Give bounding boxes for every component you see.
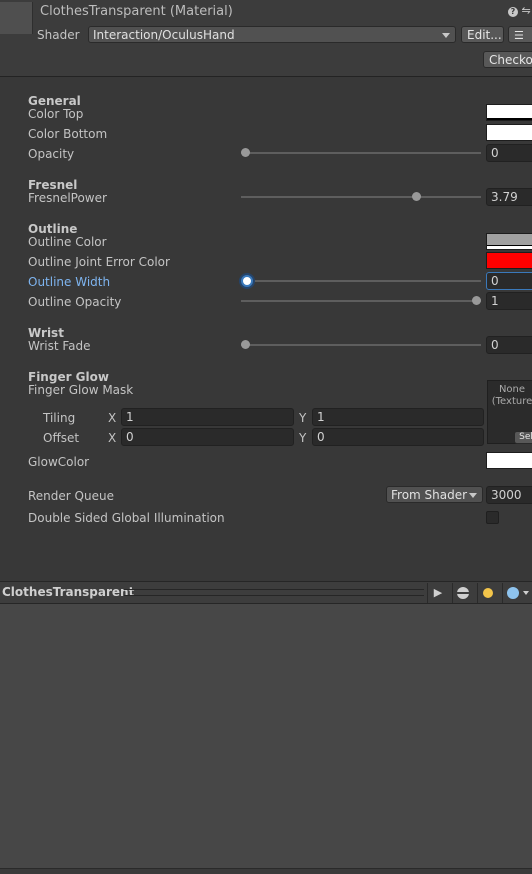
- render-queue-label: Render Queue: [28, 489, 114, 503]
- tiling-label: Tiling: [43, 411, 76, 425]
- opacity-slider-thumb[interactable]: [241, 148, 250, 157]
- opacity-label: Opacity: [28, 147, 75, 161]
- outline-joint-error-color-label: Outline Joint Error Color: [28, 255, 170, 269]
- color-top-alpha-bar: [487, 118, 532, 120]
- opacity-slider-track[interactable]: [241, 152, 481, 154]
- offset-y-field[interactable]: 0: [312, 428, 484, 446]
- offset-x-field[interactable]: 0: [121, 428, 294, 446]
- globe-icon: [507, 587, 519, 599]
- texture-select-button[interactable]: Sel: [514, 431, 532, 444]
- section-general-heading: General: [28, 94, 81, 108]
- preview-toolbar: ClothesTransparent ▶: [0, 581, 532, 604]
- tiling-y-label: Y: [299, 411, 307, 425]
- color-bottom-label: Color Bottom: [28, 127, 108, 141]
- wrist-fade-field[interactable]: 0: [486, 336, 532, 354]
- outline-width-label: Outline Width: [28, 275, 111, 289]
- outline-color-swatch[interactable]: [486, 233, 532, 250]
- outline-opacity-slider-thumb[interactable]: [472, 296, 481, 305]
- list-menu-icon: ☰: [514, 29, 524, 42]
- section-wrist-heading: Wrist: [28, 326, 64, 340]
- tiling-x-label: X: [108, 411, 117, 425]
- glow-color-swatch[interactable]: [486, 452, 532, 469]
- double-sided-gi-label: Double Sided Global Illumination: [28, 511, 225, 525]
- preview-mesh-button[interactable]: [452, 583, 473, 603]
- outline-opacity-label: Outline Opacity: [28, 295, 122, 309]
- fresnel-power-slider-track[interactable]: [241, 196, 481, 198]
- render-queue-field[interactable]: 3000: [486, 486, 532, 504]
- outline-opacity-field[interactable]: 1: [486, 292, 532, 310]
- texture-type-text: (Texture: [491, 396, 532, 407]
- material-preview-area[interactable]: [0, 604, 532, 868]
- header-divider: [0, 76, 532, 77]
- fresnel-power-label: FresnelPower: [28, 191, 107, 205]
- checkout-button[interactable]: Checko: [483, 51, 532, 68]
- tiling-x-field[interactable]: 1: [121, 408, 294, 426]
- edit-shader-button[interactable]: Edit...: [461, 26, 504, 43]
- help-icon[interactable]: ?: [508, 7, 518, 17]
- double-sided-gi-checkbox[interactable]: [486, 511, 499, 524]
- chevron-down-icon: [522, 591, 529, 595]
- sphere-mesh-icon: [457, 587, 469, 599]
- texture-none-text: None: [498, 384, 526, 395]
- preview-background-button[interactable]: [502, 583, 532, 603]
- color-top-label: Color Top: [28, 107, 84, 121]
- finger-glow-mask-texture-slot[interactable]: None (Texture Sel: [487, 380, 532, 444]
- shader-menu-button[interactable]: ☰: [508, 26, 532, 43]
- wrist-fade-slider-thumb[interactable]: [241, 340, 250, 349]
- glow-color-label: GlowColor: [28, 455, 90, 469]
- color-top-swatch[interactable]: [486, 104, 532, 121]
- preview-title: ClothesTransparent: [2, 585, 135, 599]
- finger-glow-mask-label: Finger Glow Mask: [28, 383, 134, 397]
- section-fresnel-heading: Fresnel: [28, 178, 78, 192]
- outline-color-label: Outline Color: [28, 235, 107, 249]
- outline-opacity-slider-track[interactable]: [241, 300, 481, 302]
- offset-x-label: X: [108, 431, 117, 445]
- outline-width-slider-track[interactable]: [241, 280, 481, 282]
- section-outline-heading: Outline: [28, 222, 78, 236]
- offset-y-label: Y: [299, 431, 307, 445]
- outline-width-field[interactable]: 0: [486, 272, 532, 290]
- outline-width-slider-thumb[interactable]: [241, 275, 253, 287]
- lighting-icon: [483, 588, 493, 598]
- header-icons: ? ⇋: [508, 4, 531, 17]
- offset-label: Offset: [43, 431, 80, 445]
- bottom-status-strip: [0, 868, 532, 874]
- fresnel-power-field[interactable]: 3.79: [486, 188, 532, 206]
- shader-label: Shader: [37, 28, 80, 42]
- section-finger-glow-heading: Finger Glow: [28, 370, 109, 384]
- fresnel-power-slider-thumb[interactable]: [411, 192, 421, 201]
- material-title: ClothesTransparent (Material): [40, 4, 233, 19]
- preview-light-button[interactable]: [477, 583, 498, 603]
- preview-play-button[interactable]: ▶: [427, 583, 448, 603]
- outline-joint-error-color-swatch[interactable]: [486, 252, 532, 269]
- outline-color-alpha-bar: [487, 245, 532, 249]
- wrist-fade-slider-track[interactable]: [241, 344, 481, 346]
- dropdown-arrow-icon: [469, 493, 477, 498]
- opacity-field[interactable]: 0: [486, 144, 532, 162]
- color-bottom-swatch[interactable]: [486, 124, 532, 141]
- settings-slider-icon[interactable]: ⇋: [522, 4, 531, 17]
- render-queue-mode-dropdown[interactable]: From Shader: [386, 486, 483, 503]
- wrist-fade-label: Wrist Fade: [28, 339, 91, 353]
- material-preview-thumbnail[interactable]: [0, 2, 33, 34]
- tiling-y-field[interactable]: 1: [312, 408, 484, 426]
- dropdown-arrow-icon: [442, 33, 450, 38]
- preview-drag-handle[interactable]: [124, 589, 424, 596]
- render-queue-mode-value: From Shader: [391, 488, 468, 502]
- shader-value: Interaction/OculusHand: [93, 28, 235, 42]
- shader-dropdown[interactable]: Interaction/OculusHand: [88, 26, 456, 43]
